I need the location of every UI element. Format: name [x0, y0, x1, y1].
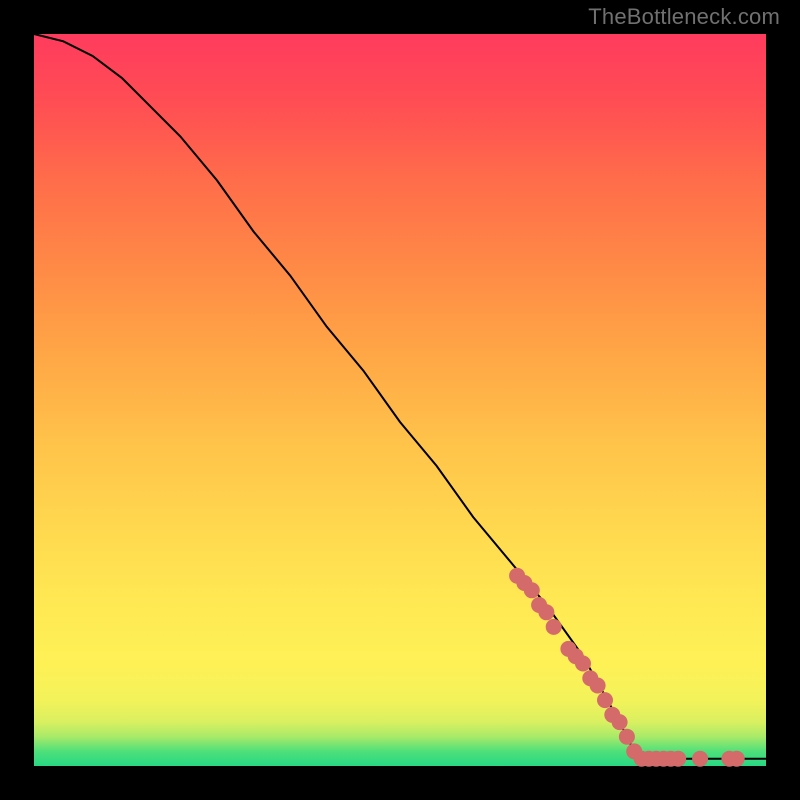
data-marker: [612, 714, 628, 730]
data-marker: [590, 678, 606, 694]
chart-svg: [34, 34, 766, 766]
curve-path: [34, 34, 766, 759]
data-marker: [670, 751, 686, 767]
data-marker: [575, 656, 591, 672]
data-marker: [538, 604, 554, 620]
data-marker: [546, 619, 562, 635]
markers-group: [509, 568, 745, 767]
data-marker: [619, 729, 635, 745]
data-marker: [597, 692, 613, 708]
plot-area: [34, 34, 766, 766]
data-marker: [692, 751, 708, 767]
data-marker: [524, 582, 540, 598]
chart-frame: TheBottleneck.com: [0, 0, 800, 800]
watermark-text: TheBottleneck.com: [588, 4, 780, 30]
data-marker: [729, 751, 745, 767]
